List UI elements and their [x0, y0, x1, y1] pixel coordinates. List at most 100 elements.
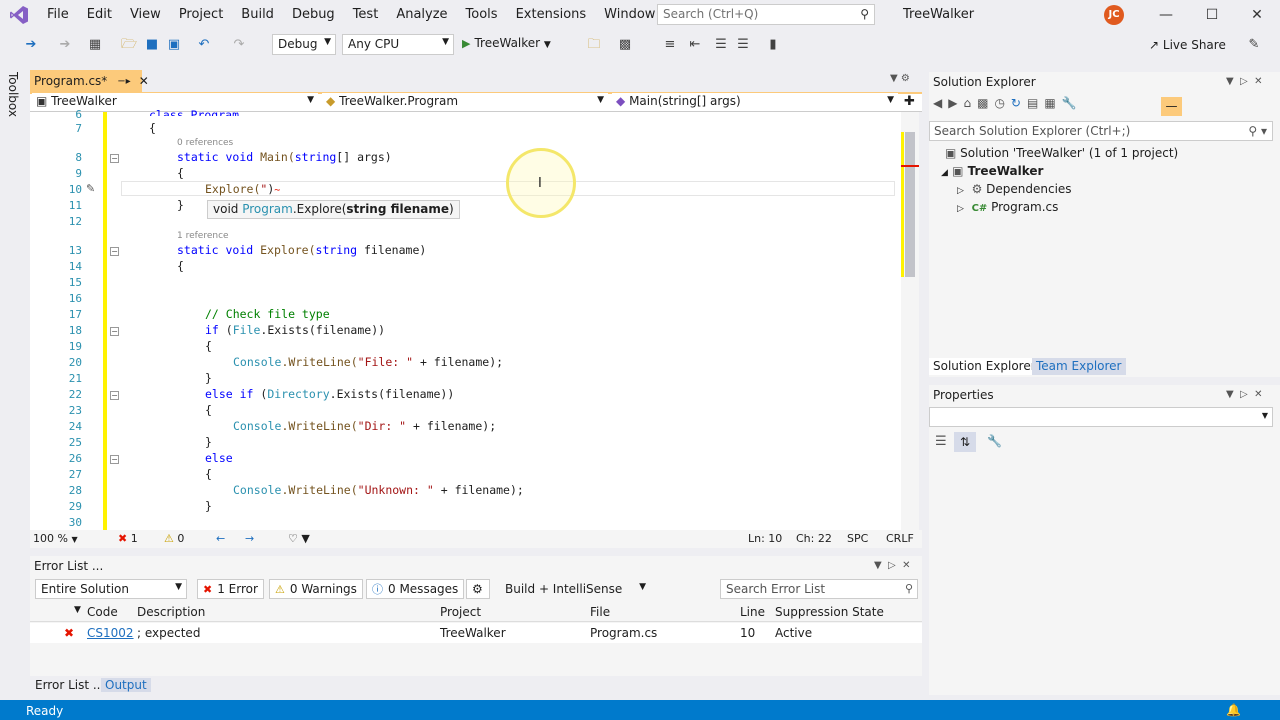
- solution-explorer-search-input[interactable]: Search Solution Explorer (Ctrl+;) ⚲ ▾: [929, 121, 1273, 141]
- sort-icon[interactable]: ▼: [74, 605, 81, 615]
- feedback-icon[interactable]: ✎: [1245, 36, 1263, 54]
- cleanup-icon[interactable]: ♡ ▼: [288, 532, 310, 545]
- new-project-icon[interactable]: ▦: [86, 36, 104, 54]
- back-icon[interactable]: ◀: [933, 96, 948, 110]
- collapse-icon[interactable]: −: [110, 154, 119, 163]
- collapse-icon[interactable]: −: [110, 455, 119, 464]
- error-scope-select[interactable]: Entire Solution ▼: [35, 579, 187, 599]
- forward-icon[interactable]: ▶: [948, 96, 963, 110]
- collapse-all-icon[interactable]: ▤: [1027, 96, 1044, 110]
- properties-icon[interactable]: 🔧: [1062, 96, 1083, 110]
- home-icon[interactable]: ⌂: [963, 96, 977, 110]
- tab-team-explorer[interactable]: Team Explorer: [1032, 358, 1126, 375]
- menu-extensions[interactable]: Extensions: [507, 0, 596, 30]
- uncomment-icon[interactable]: ☰: [734, 36, 752, 54]
- window-icon[interactable]: ▩: [616, 36, 634, 54]
- column-description[interactable]: Description: [137, 605, 205, 619]
- previous-issue-icon[interactable]: ←: [216, 532, 225, 545]
- switch-views-icon[interactable]: ▩: [977, 96, 994, 110]
- tree-program-cs-node[interactable]: ▷ C# Program.cs: [957, 200, 1058, 214]
- warning-count[interactable]: ⚠ 0: [164, 532, 184, 545]
- tab-program-cs[interactable]: Program.cs* −▸ ✕: [30, 70, 149, 92]
- tab-solution-explorer[interactable]: Solution Explorer: [929, 358, 1040, 375]
- redo-icon[interactable]: ↷: [230, 36, 248, 54]
- tab-error-list[interactable]: Error List ...: [35, 678, 104, 692]
- references-hint[interactable]: 0 references: [177, 138, 233, 148]
- categorized-icon[interactable]: ☰: [935, 434, 947, 449]
- comment-icon[interactable]: ☰: [712, 36, 730, 54]
- open-folder-icon[interactable]: 🗁: [120, 36, 138, 54]
- tree-solution-node[interactable]: ▣ Solution 'TreeWalker' (1 of 1 project): [945, 146, 1178, 160]
- avatar[interactable]: JC: [1104, 5, 1124, 25]
- folder-icon[interactable]: 🗀: [585, 36, 603, 54]
- quick-actions-icon[interactable]: ✎: [86, 182, 95, 195]
- alphabetical-icon[interactable]: ⇅: [954, 432, 976, 452]
- preview-selected-items-icon[interactable]: —: [1161, 97, 1182, 116]
- search-input[interactable]: Search (Ctrl+Q) ⚲: [657, 4, 875, 25]
- column-line[interactable]: Line: [740, 605, 765, 619]
- show-all-files-icon[interactable]: ▦: [1044, 96, 1061, 110]
- zoom-select[interactable]: 100 % ▼: [33, 532, 78, 545]
- messages-filter-button[interactable]: ⓘ 0 Messages: [366, 579, 465, 599]
- tree-project-node[interactable]: ◢ ▣ TreeWalker: [941, 164, 1043, 178]
- save-icon[interactable]: ■: [143, 36, 161, 54]
- start-debugging-button[interactable]: ▶ TreeWalker ▼: [462, 36, 551, 50]
- menu-tools[interactable]: Tools: [457, 0, 507, 30]
- menu-view[interactable]: View: [121, 0, 170, 30]
- configuration-select[interactable]: Debug ▼: [272, 34, 336, 55]
- pending-changes-icon[interactable]: ◷: [994, 96, 1010, 110]
- column-code[interactable]: Code: [87, 605, 118, 619]
- tab-output[interactable]: Output: [101, 678, 151, 692]
- close-icon[interactable]: ✕: [1234, 0, 1280, 30]
- bookmark-icon[interactable]: ▮: [764, 36, 782, 54]
- properties-object-select[interactable]: ▼: [929, 407, 1273, 427]
- format-icon[interactable]: ≡: [661, 36, 679, 54]
- sync-icon[interactable]: ↻: [1011, 96, 1027, 110]
- build-filter-select[interactable]: Build + IntelliSense ▼: [499, 579, 651, 599]
- menu-analyze[interactable]: Analyze: [387, 0, 456, 30]
- warnings-filter-button[interactable]: ⚠ 0 Warnings: [269, 579, 363, 599]
- type-nav-select[interactable]: ◆ TreeWalker.Program ▼: [322, 93, 608, 111]
- live-share-button[interactable]: ↗ Live Share: [1149, 38, 1226, 52]
- menu-edit[interactable]: Edit: [78, 0, 121, 30]
- references-hint[interactable]: 1 reference: [177, 231, 229, 241]
- error-list-search-input[interactable]: Search Error List ⚲: [720, 579, 918, 599]
- menu-debug[interactable]: Debug: [283, 0, 344, 30]
- menu-project[interactable]: Project: [170, 0, 232, 30]
- collapse-icon[interactable]: −: [110, 327, 119, 336]
- code-editor[interactable]: [30, 112, 902, 530]
- panel-options-icon[interactable]: ▼ ▷ ✕: [1226, 76, 1262, 87]
- column-suppression-state[interactable]: Suppression State: [775, 605, 884, 619]
- column-file[interactable]: File: [590, 605, 610, 619]
- notifications-icon[interactable]: 🔔: [1226, 703, 1241, 717]
- maximize-icon[interactable]: ☐: [1189, 0, 1235, 30]
- undo-icon[interactable]: ↶: [195, 36, 213, 54]
- tree-dependencies-node[interactable]: ▷ ⚙ Dependencies: [957, 182, 1072, 196]
- editor-scrollbar[interactable]: [901, 112, 919, 530]
- pin-icon[interactable]: −▸: [117, 76, 130, 87]
- menu-build[interactable]: Build: [232, 0, 283, 30]
- filter-icon[interactable]: ⚙: [466, 579, 490, 599]
- platform-select[interactable]: Any CPU ▼: [342, 34, 454, 55]
- split-editor-icon[interactable]: ✚: [904, 94, 915, 109]
- menu-test[interactable]: Test: [344, 0, 388, 30]
- indent-icon[interactable]: ⇤: [686, 36, 704, 54]
- panel-options-icon[interactable]: ▼ ▷ ✕: [1226, 389, 1262, 400]
- collapse-icon[interactable]: −: [110, 391, 119, 400]
- panel-options-icon[interactable]: ▼ ▷ ✕: [874, 560, 910, 571]
- next-issue-icon[interactable]: →: [245, 532, 254, 545]
- back-icon[interactable]: ➔: [22, 36, 40, 54]
- minimize-icon[interactable]: —: [1143, 0, 1189, 30]
- save-all-icon[interactable]: ▣: [165, 36, 183, 54]
- member-nav-select[interactable]: ◆ Main(string[] args) ▼: [612, 93, 898, 111]
- close-icon[interactable]: ✕: [139, 74, 149, 88]
- errors-filter-button[interactable]: ✖ 1 Error: [197, 579, 264, 599]
- collapse-icon[interactable]: −: [110, 247, 119, 256]
- menu-file[interactable]: File: [38, 0, 78, 30]
- visual-studio-logo-icon[interactable]: [0, 0, 38, 30]
- forward-icon[interactable]: ➔: [56, 36, 74, 54]
- property-pages-icon[interactable]: 🔧: [987, 434, 1002, 448]
- error-code-link[interactable]: CS1002: [87, 626, 134, 640]
- menu-window[interactable]: Window: [595, 0, 664, 30]
- toolbox-tab[interactable]: Toolbox: [6, 72, 20, 117]
